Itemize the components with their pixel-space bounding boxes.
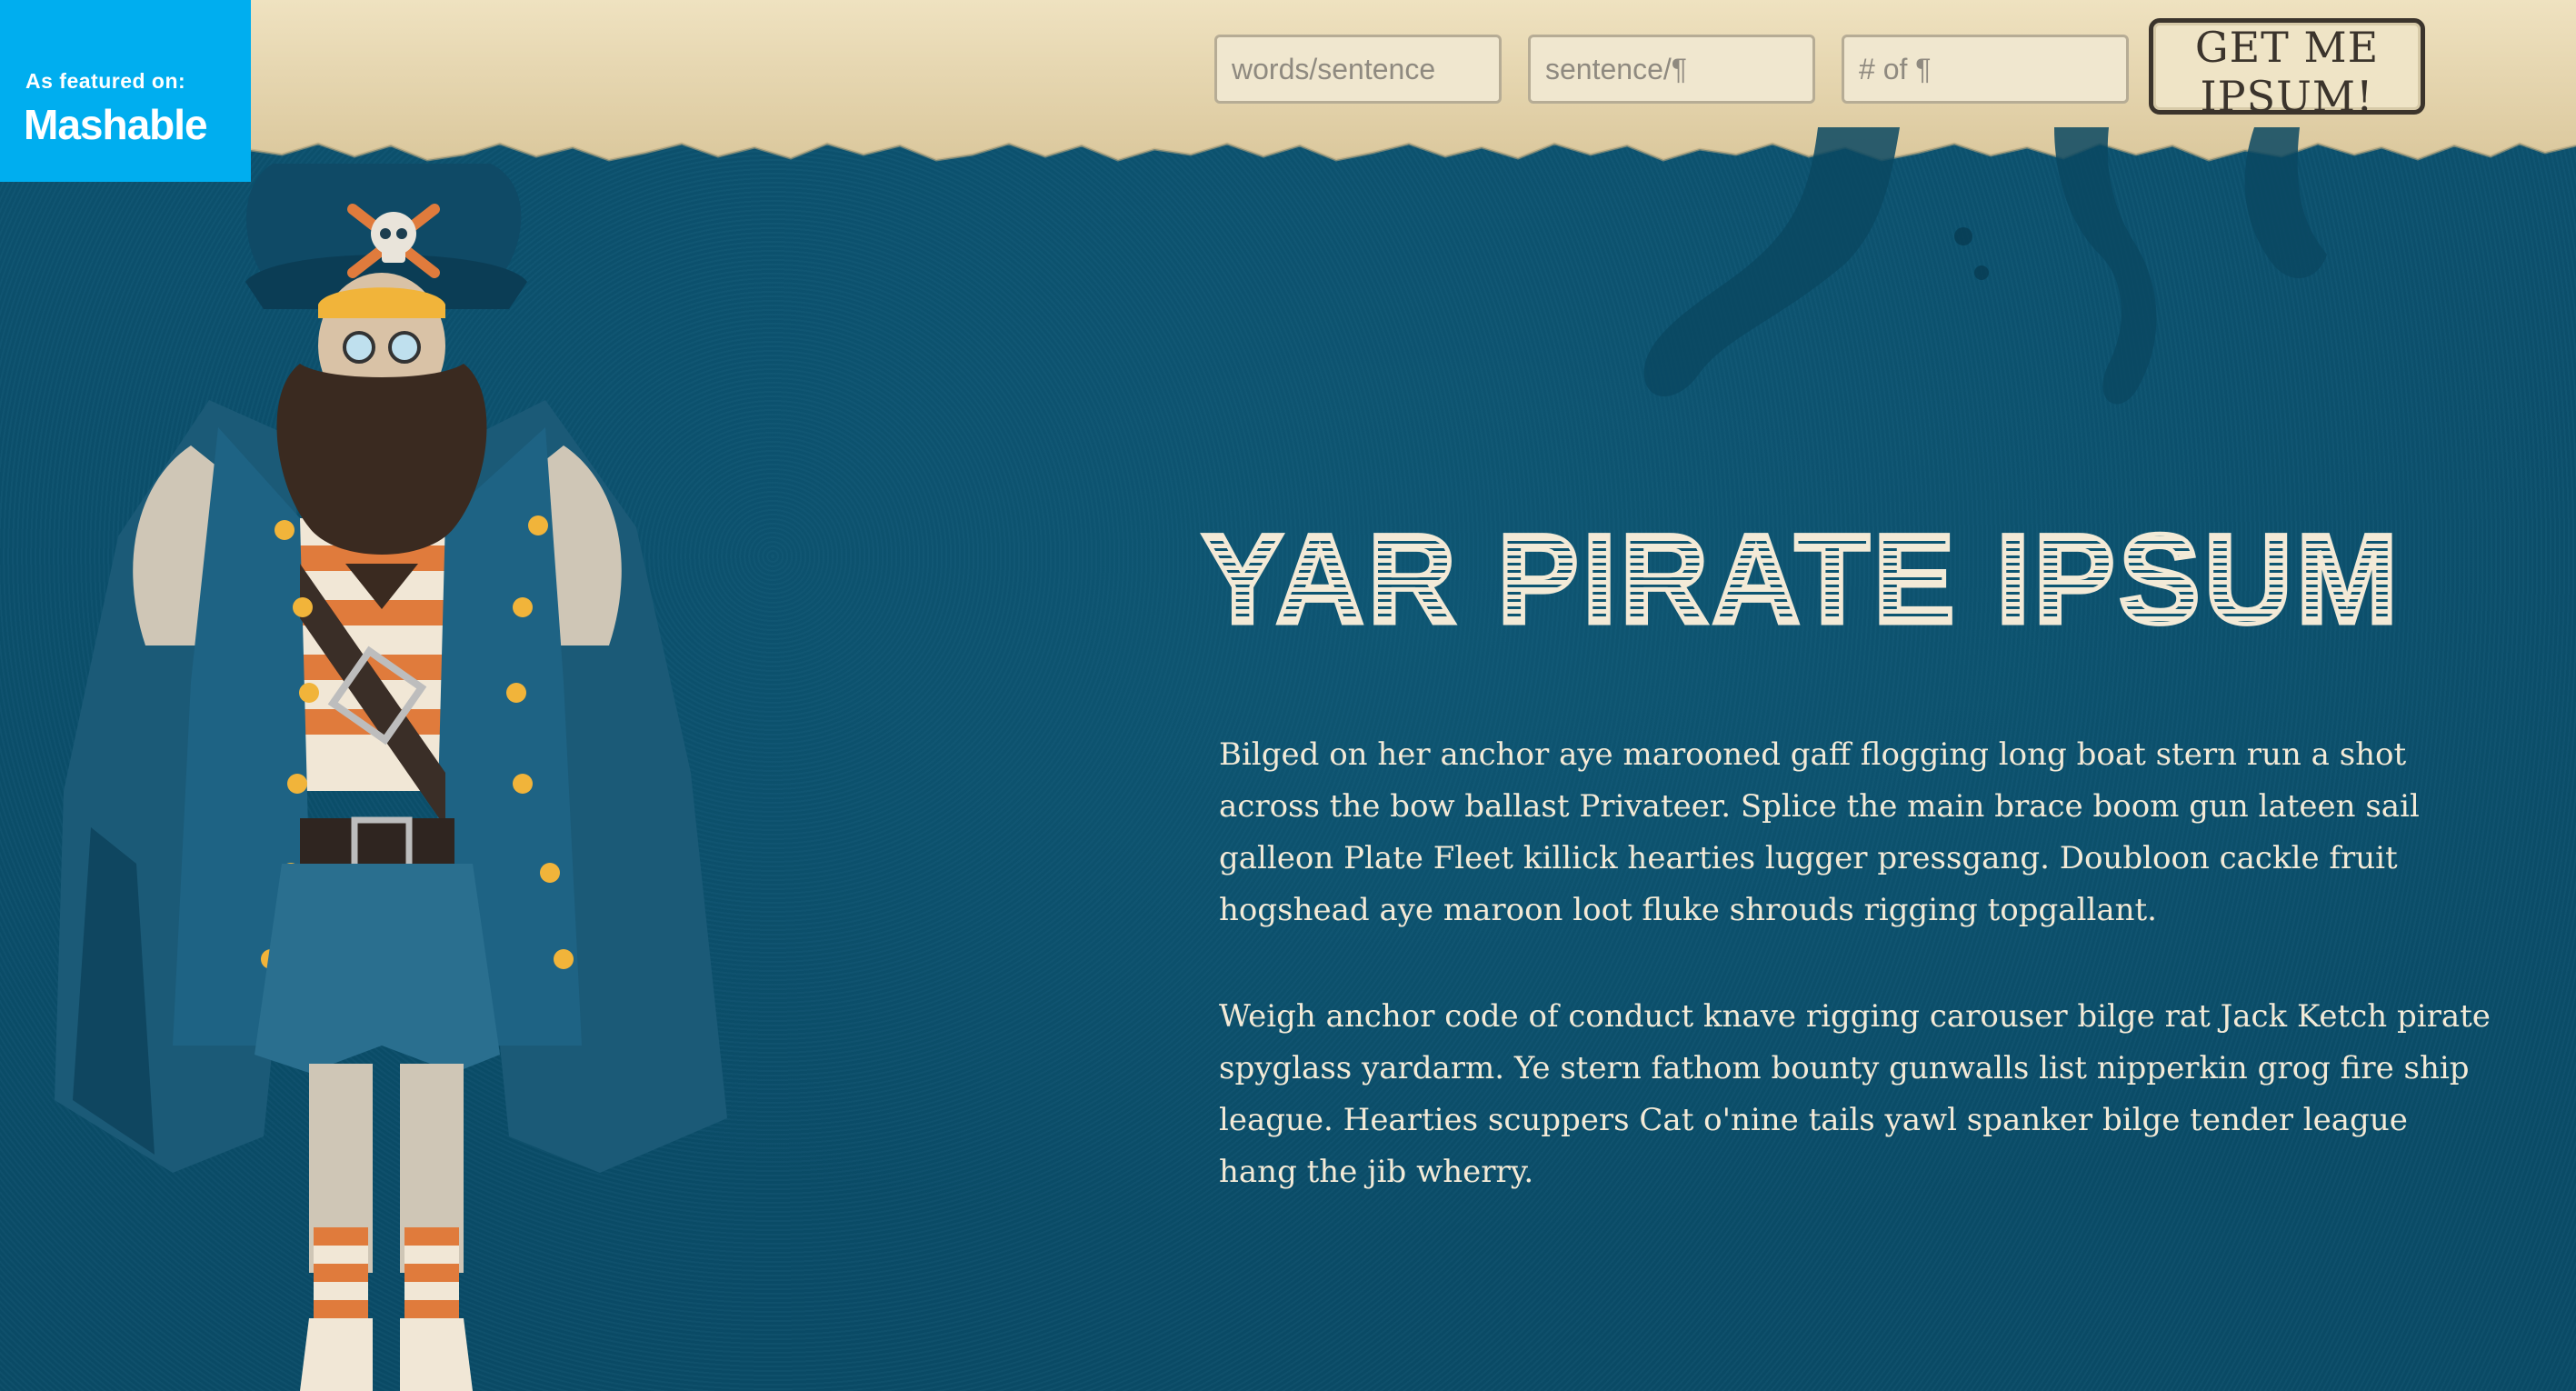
ipsum-paragraph: Weigh anchor code of conduct knave riggi…	[1219, 998, 2491, 1190]
pirate-illustration	[55, 164, 727, 1391]
title-text: YAR PIRATE IPSUM	[1202, 507, 2401, 650]
get-ipsum-button[interactable]: GET ME IPSUM!	[2149, 18, 2425, 121]
paragraph-count-input[interactable]	[1842, 35, 2129, 104]
skull-crossbones-icon	[347, 204, 440, 278]
featured-label: As featured on:	[25, 69, 186, 93]
ipsum-output: Bilged on her anchor aye marooned gaff f…	[1219, 729, 2491, 1253]
sentences-per-paragraph-input[interactable]	[1528, 35, 1815, 104]
mashable-featured-badge[interactable]: As featured on: Mashable	[0, 0, 251, 182]
mashable-logo: Mashable	[24, 101, 208, 148]
kraken-tentacles	[1643, 127, 2327, 405]
ipsum-paragraph: Bilged on her anchor aye marooned gaff f…	[1219, 736, 2420, 928]
page-title: YAR PIRATE IPSUM	[1200, 505, 2401, 651]
words-per-sentence-input[interactable]	[1214, 35, 1502, 104]
